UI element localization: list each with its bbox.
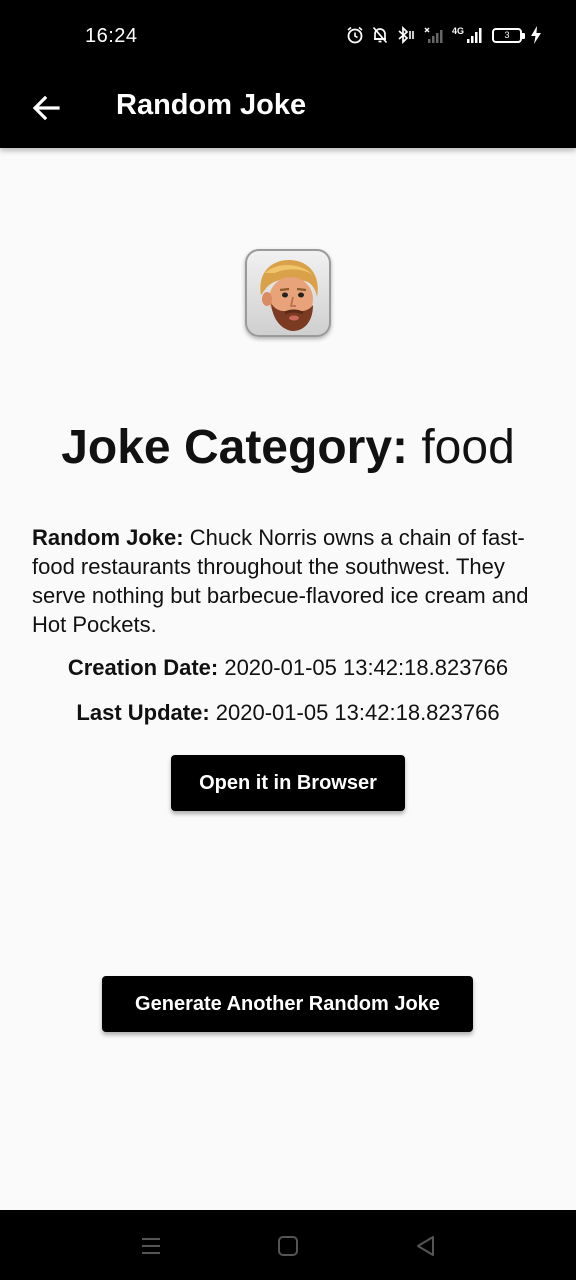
network-label: 4G [451, 26, 464, 36]
signal-4g-icon: 4G [452, 26, 484, 44]
joke-text: Random Joke: Chuck Norris owns a chain o… [32, 523, 552, 639]
bluetooth-icon [396, 26, 416, 44]
nav-menu-button[interactable] [137, 1232, 165, 1260]
last-update-label: Last Update: [76, 700, 210, 725]
nav-back-button[interactable] [412, 1232, 440, 1260]
system-nav-bar [0, 1210, 576, 1280]
battery-level: 3 [504, 29, 510, 40]
status-time: 16:24 [85, 25, 138, 47]
generate-joke-button[interactable]: Generate Another Random Joke [102, 976, 473, 1032]
screen: 16:24 4G 3 Random Joke Joke Category: fo… [0, 0, 576, 1280]
joke-category-heading: Joke Category: food [0, 420, 576, 475]
status-icons: 4G 3 [346, 26, 542, 44]
last-update-value: 2020-01-05 13:42:18.823766 [215, 700, 500, 725]
open-in-browser-button[interactable]: Open it in Browser [171, 755, 405, 811]
alarm-icon [346, 26, 364, 44]
menu-icon [142, 1238, 160, 1254]
last-update: Last Update: 2020-01-05 13:42:18.823766 [0, 700, 576, 726]
page-title: Random Joke [116, 89, 307, 121]
signal-off-icon [424, 26, 444, 44]
app-bar: Random Joke [0, 72, 576, 148]
category-label: Joke Category: [61, 421, 408, 474]
chuck-norris-avatar-icon [245, 249, 331, 337]
back-triangle-icon [417, 1236, 434, 1256]
mute-bell-icon [372, 26, 388, 44]
back-button[interactable] [26, 88, 66, 128]
status-bar: 16:24 4G 3 [0, 0, 576, 72]
nav-home-button[interactable] [274, 1232, 302, 1260]
joke-label: Random Joke: [32, 525, 184, 550]
creation-date-label: Creation Date: [67, 655, 219, 680]
creation-date-value: 2020-01-05 13:42:18.823766 [224, 655, 509, 680]
battery-icon: 3 [492, 27, 525, 43]
charging-icon [530, 26, 542, 44]
home-icon [278, 1236, 298, 1256]
creation-date: Creation Date: 2020-01-05 13:42:18.82376… [0, 655, 576, 681]
arrow-back-icon [32, 95, 60, 121]
category-value: food [421, 421, 515, 474]
